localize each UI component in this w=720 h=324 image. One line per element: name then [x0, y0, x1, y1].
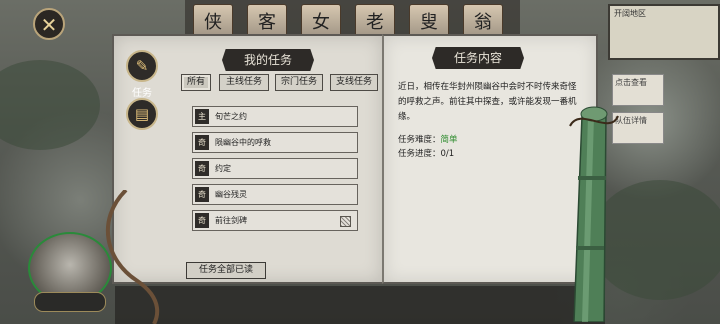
quest-type-tag: 主 [195, 109, 209, 124]
bottom-bar [115, 286, 605, 324]
page-title: 我的任务 [222, 49, 314, 71]
quest-type-tag: 奇 [195, 161, 209, 176]
quest-title: 约定 [215, 164, 231, 173]
filter-sect[interactable]: 宗门任务 [275, 74, 323, 91]
difficulty-value: 简单 [440, 135, 458, 145]
quest-description: 近日，相传在华封州陨幽谷中会时不时传来奇怪的呼救之声。前往其中探查，或许能发现一… [398, 82, 577, 122]
tab-notes[interactable]: ▤ [126, 98, 158, 130]
progress-label: 任务进度： [398, 149, 441, 159]
filter-all[interactable]: 所有 [181, 74, 211, 91]
filter-side[interactable]: 支线任务 [330, 74, 378, 91]
quest-type-tag: 奇 [195, 187, 209, 202]
tab-tasks[interactable]: ✎ [126, 50, 158, 82]
quest-type-tag: 奇 [195, 135, 209, 150]
quest-title: 幽谷残灵 [215, 190, 247, 199]
close-button[interactable]: ✕ [33, 8, 65, 40]
quest-list-item[interactable]: 奇 前往剑碑 [192, 210, 358, 231]
quest-list-item[interactable]: 奇 陨幽谷中的呼救 [192, 132, 358, 153]
quest-list-item[interactable]: 奇 约定 [192, 158, 358, 179]
quest-type-tag: 奇 [195, 213, 209, 228]
book-icon: ▤ [134, 105, 150, 123]
mark-all-read-button[interactable]: 任务全部已读 [186, 262, 266, 279]
filter-main[interactable]: 主线任务 [219, 74, 269, 91]
tab-tasks-label: 任务 [132, 88, 152, 99]
bamboo-decoration [569, 106, 619, 322]
quest-difficulty: 任务难度：简单 [398, 133, 458, 145]
difficulty-label: 任务难度： [398, 135, 441, 145]
minimap-label: 开阔地区 [614, 9, 646, 18]
quest-title: 陨幽谷中的呼救 [215, 138, 271, 147]
quest-list-item[interactable]: 奇 幽谷残灵 [192, 184, 358, 205]
rope-decoration [106, 190, 160, 324]
quest-title: 前往剑碑 [215, 216, 247, 225]
detail-title: 任务内容 [432, 47, 524, 69]
quest-tracked-checkbox[interactable] [340, 216, 351, 227]
progress-value: 0/1 [440, 149, 455, 159]
quest-list-item[interactable]: 主 旬芒之约 [192, 106, 358, 127]
quest-title: 旬芒之约 [215, 112, 247, 121]
scroll-icon: ✎ [135, 57, 149, 75]
minimap[interactable]: 开阔地区 [608, 4, 720, 60]
close-icon: ✕ [40, 13, 58, 37]
quest-progress: 任务进度：0/1 [398, 147, 454, 159]
